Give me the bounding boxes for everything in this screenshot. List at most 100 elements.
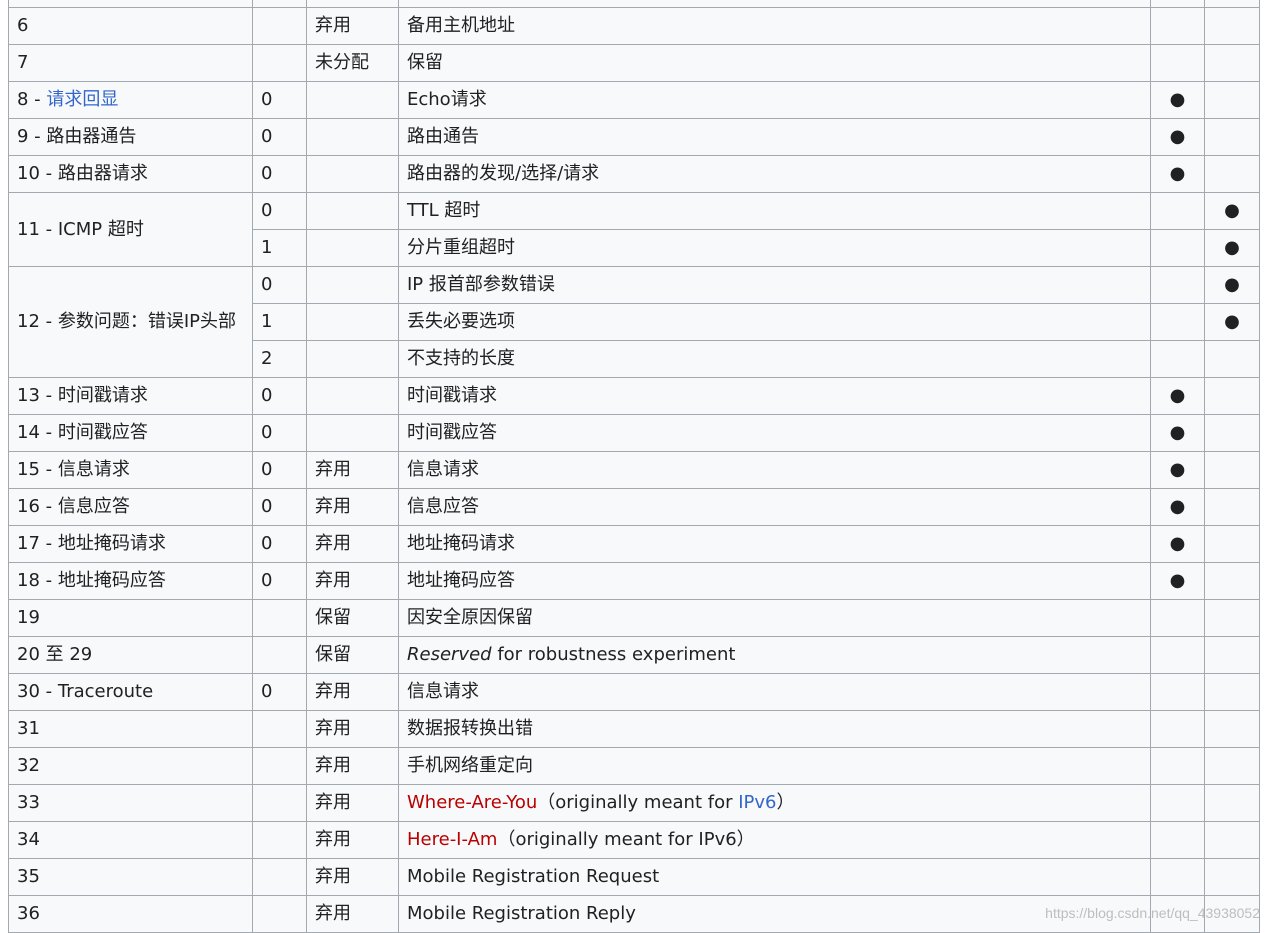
- type-text: 35: [17, 866, 40, 887]
- status-cell: [307, 230, 399, 267]
- error-mark-cell: [1205, 822, 1260, 859]
- code-text: 0: [261, 163, 272, 184]
- description-link[interactable]: Where-Are-You: [407, 792, 537, 813]
- type-cell: 30 - Traceroute: [9, 674, 253, 711]
- description-cell: TTL 超时: [399, 193, 1151, 230]
- type-text: 19: [17, 607, 40, 628]
- description-cell: 数据报转换出错: [399, 711, 1151, 748]
- status-text: 弃用: [315, 570, 351, 591]
- status-cell: 弃用: [307, 452, 399, 489]
- error-mark-cell: [1205, 8, 1260, 45]
- code-text: 1: [261, 311, 272, 332]
- type-text: 16 - 信息应答: [17, 496, 130, 517]
- description-cell: 时间戳请求: [399, 378, 1151, 415]
- type-link[interactable]: 请求回显: [46, 89, 118, 110]
- error-mark-cell: [1205, 156, 1260, 193]
- status-cell: [307, 378, 399, 415]
- query-mark-cell: [1151, 859, 1205, 896]
- table-row: 8 - 请求回显0Echo请求●: [9, 82, 1260, 119]
- error-mark-cell: [1205, 341, 1260, 378]
- code-cell: 2: [253, 341, 307, 378]
- type-cell: 31: [9, 711, 253, 748]
- type-cell: 8 - 请求回显: [9, 82, 253, 119]
- type-text: 6: [17, 15, 28, 36]
- table-row: 5: [9, 0, 1260, 8]
- code-text: 0: [261, 459, 272, 480]
- code-cell: [253, 600, 307, 637]
- type-cell: 33: [9, 785, 253, 822]
- description-cell: 地址掩码应答: [399, 563, 1151, 600]
- error-mark: ●: [1224, 200, 1240, 221]
- error-mark: ●: [1224, 274, 1240, 295]
- type-text: 13 - 时间戳请求: [17, 385, 148, 406]
- query-mark-cell: ●: [1151, 378, 1205, 415]
- type-cell: 36: [9, 896, 253, 933]
- query-mark-cell: [1151, 304, 1205, 341]
- description-cell: 时间戳应答: [399, 415, 1151, 452]
- ipv6-link[interactable]: IPv6: [738, 792, 776, 813]
- description-link[interactable]: Here-I-Am: [407, 829, 497, 850]
- code-text: 0: [261, 533, 272, 554]
- type-cell: 15 - 信息请求: [9, 452, 253, 489]
- type-text: 31: [17, 718, 40, 739]
- status-cell: 弃用: [307, 489, 399, 526]
- query-mark-cell: [1151, 193, 1205, 230]
- status-cell: 未分配: [307, 45, 399, 82]
- status-cell: 保留: [307, 637, 399, 674]
- description-tail: ）: [776, 792, 794, 813]
- query-mark-cell: [1151, 600, 1205, 637]
- query-mark-cell: [1151, 674, 1205, 711]
- type-text: 9 - 路由器通告: [17, 126, 136, 147]
- query-mark: ●: [1170, 496, 1186, 517]
- type-cell: 12 - 参数问题：错误IP头部: [9, 267, 253, 378]
- description-cell: 备用主机地址: [399, 8, 1151, 45]
- error-mark-cell: [1205, 674, 1260, 711]
- table-row: 15 - 信息请求0弃用信息请求●: [9, 452, 1260, 489]
- status-cell: [307, 193, 399, 230]
- description-cell: [399, 0, 1151, 8]
- code-cell: [253, 637, 307, 674]
- error-mark-cell: [1205, 415, 1260, 452]
- table-row: 18 - 地址掩码应答0弃用地址掩码应答●: [9, 563, 1260, 600]
- description-cell: 路由通告: [399, 119, 1151, 156]
- type-text: 11 - ICMP 超时: [17, 219, 144, 240]
- code-cell: [253, 859, 307, 896]
- status-cell: 弃用: [307, 822, 399, 859]
- table-row: 11 - ICMP 超时0TTL 超时●: [9, 193, 1260, 230]
- code-cell: 0: [253, 193, 307, 230]
- type-cell: 7: [9, 45, 253, 82]
- description-text: 数据报转换出错: [407, 718, 533, 739]
- error-mark-cell: [1205, 489, 1260, 526]
- status-cell: 弃用: [307, 711, 399, 748]
- type-cell: 10 - 路由器请求: [9, 156, 253, 193]
- query-mark-cell: [1151, 896, 1205, 933]
- code-cell: 0: [253, 563, 307, 600]
- status-text: 弃用: [315, 459, 351, 480]
- type-text: 8 -: [17, 89, 46, 110]
- status-cell: 弃用: [307, 563, 399, 600]
- table-row: 17 - 地址掩码请求0弃用地址掩码请求●: [9, 526, 1260, 563]
- status-text: 弃用: [315, 533, 351, 554]
- description-cell: 地址掩码请求: [399, 526, 1151, 563]
- query-mark: ●: [1170, 89, 1186, 110]
- table-row: 31 弃用 数据报转换出错: [9, 711, 1260, 748]
- error-mark-cell: [1205, 896, 1260, 933]
- status-cell: 弃用: [307, 896, 399, 933]
- query-mark: ●: [1170, 163, 1186, 184]
- type-cell: 17 - 地址掩码请求: [9, 526, 253, 563]
- type-text: 17 - 地址掩码请求: [17, 533, 166, 554]
- description-cell: 信息应答: [399, 489, 1151, 526]
- code-text: 1: [261, 237, 272, 258]
- status-text: 弃用: [315, 718, 351, 739]
- type-cell: 34: [9, 822, 253, 859]
- error-mark-cell: [1205, 378, 1260, 415]
- error-mark-cell: [1205, 45, 1260, 82]
- error-mark-cell: [1205, 0, 1260, 8]
- code-text: 0: [261, 422, 272, 443]
- status-cell: 弃用: [307, 785, 399, 822]
- status-cell: [307, 341, 399, 378]
- type-cell: 32: [9, 748, 253, 785]
- status-text: 弃用: [315, 755, 351, 776]
- table-body: 5 6 弃用 备用主机地址 7 未分配保留 8 - 请求回显0Echo请求● 9 - 路由器通…: [9, 0, 1260, 933]
- error-mark-cell: [1205, 859, 1260, 896]
